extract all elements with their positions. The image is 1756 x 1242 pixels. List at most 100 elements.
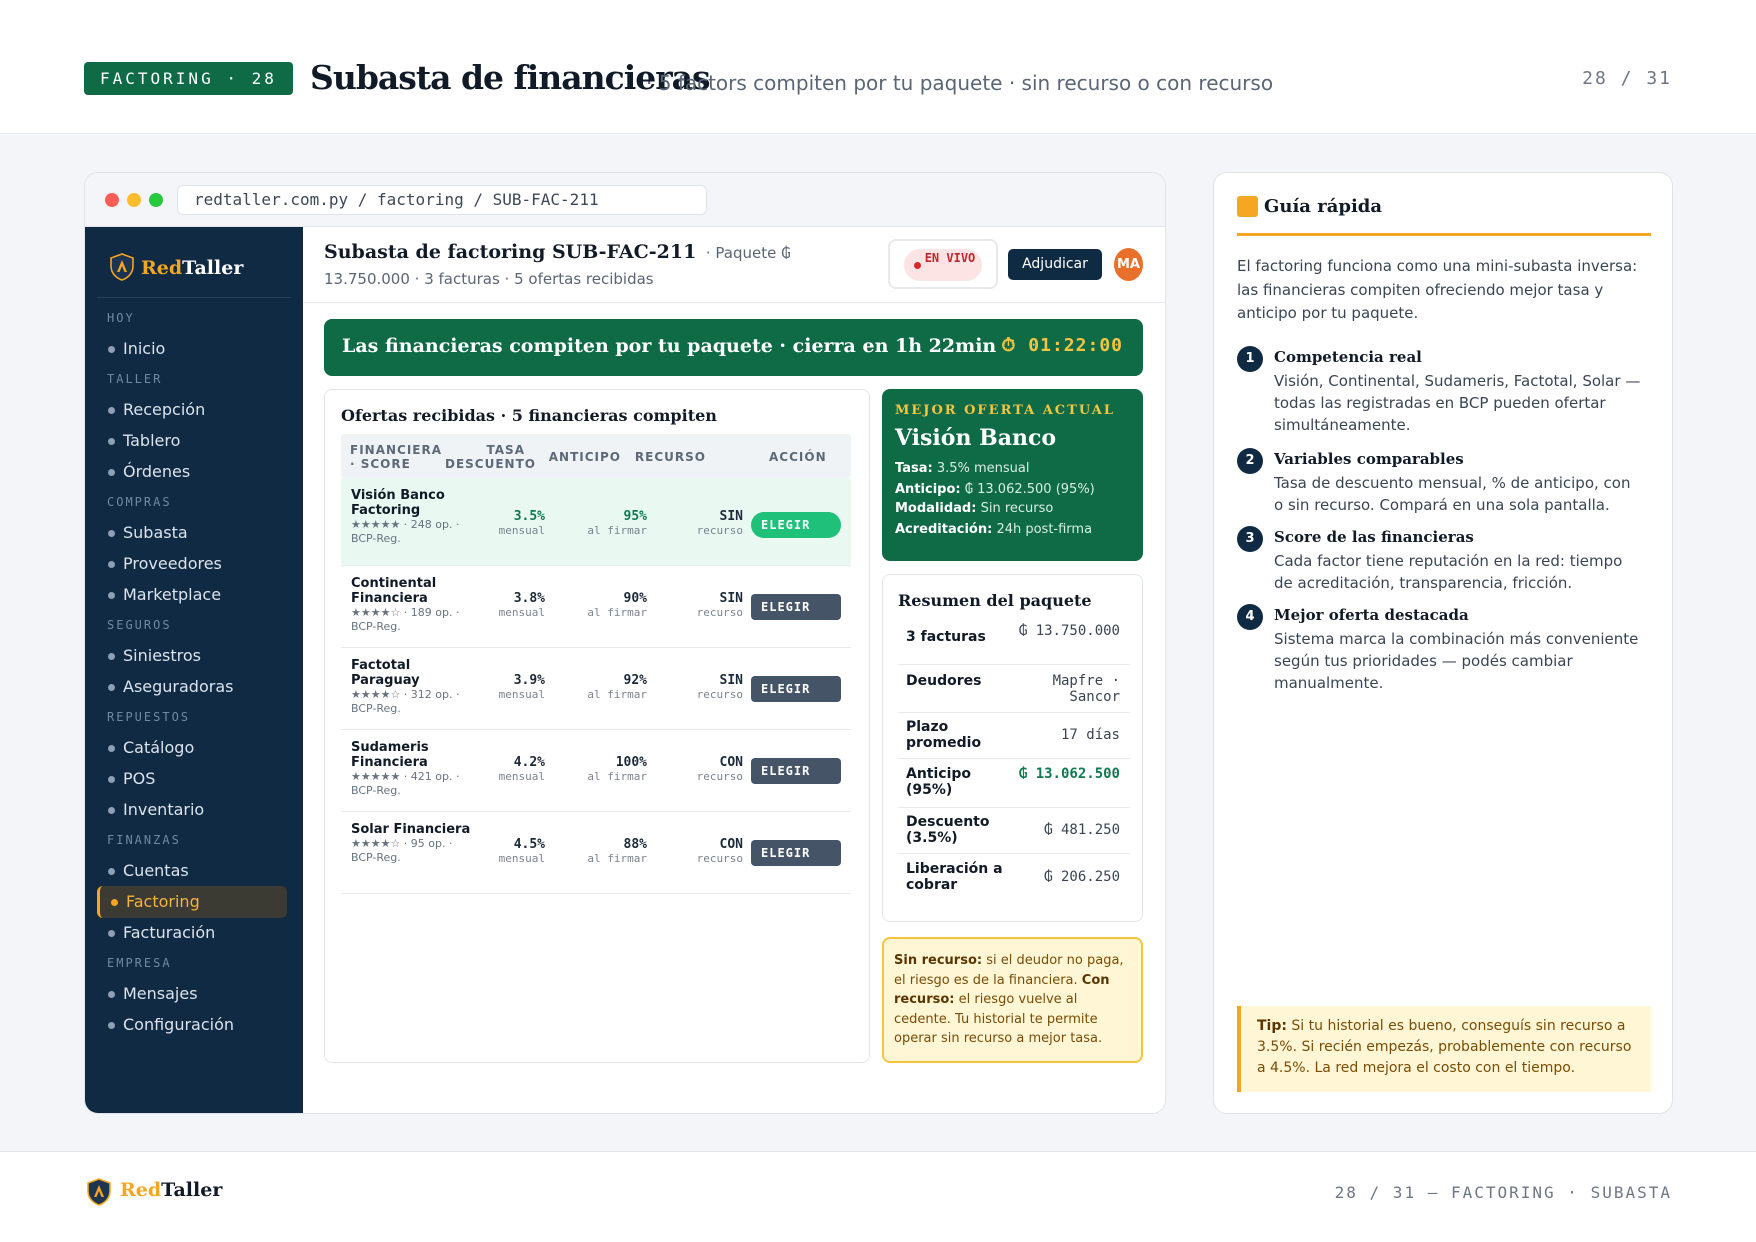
browser-chrome: redtaller.com.py / factoring / SUB-FAC-2… <box>85 173 1165 227</box>
sidebar-item-proveedores[interactable]: Proveedores <box>97 548 287 580</box>
close-dot-icon[interactable] <box>105 193 119 207</box>
guide-item-heading: Score de las financieras <box>1274 528 1474 546</box>
sidebar-item-label: Marketplace <box>123 585 222 604</box>
sidebar-brand[interactable]: RedTaller <box>109 253 243 281</box>
tasa-sub: mensual <box>498 688 545 701</box>
sidebar-item-subasta[interactable]: Subasta <box>97 517 287 549</box>
sidebar-item-label: Aseguradoras <box>123 677 234 696</box>
shield-logo-icon <box>110 253 134 281</box>
quick-guide-panel: Guía rápida El factoring funciona como u… <box>1213 172 1673 1114</box>
best-offer-line: Acreditación: 24h post-firma <box>895 522 1092 537</box>
tasa-sub: mensual <box>498 606 545 619</box>
anticipo-cell: 92% al firmar <box>587 674 647 702</box>
financiera-score: ★★★★☆ · 95 op. · BCP-Reg. <box>351 837 453 864</box>
guide-title: Guía rápida <box>1264 196 1383 217</box>
main-panel: Subasta de factoring SUB-FAC-211 · Paque… <box>303 227 1165 1113</box>
sidebar-item-configuracion[interactable]: Configuración <box>97 1009 287 1041</box>
sidebar-item-factoring[interactable]: Factoring <box>97 886 287 918</box>
sidebar-item-aseguradoras[interactable]: Aseguradoras <box>97 671 287 703</box>
sidebar-item-mensajes[interactable]: Mensajes <box>97 978 287 1010</box>
sidebar-item-label: Mensajes <box>123 984 198 1003</box>
recurso-cell: SIN recurso <box>697 674 743 702</box>
best-offer-line-label: Acreditación: <box>895 522 993 537</box>
guide-square-icon <box>1237 196 1258 217</box>
financiera-name: Sudameris Financiera ★★★★★ · 421 op. · BC… <box>351 740 471 798</box>
slide-subtitle: · 5 factors compiten por tu paquete · si… <box>646 71 1274 95</box>
anticipo-value: 90% <box>623 591 647 606</box>
bullet-icon <box>111 899 118 906</box>
elegir-button[interactable]: ELEGIR <box>751 676 841 702</box>
summary-value: ₲ 206.250 <box>1044 869 1120 885</box>
tip-label: Tip: <box>1257 1018 1287 1034</box>
sidebar-item-label: Cuentas <box>123 861 189 880</box>
sidebar-item-inicio[interactable]: Inicio <box>97 333 287 365</box>
avatar[interactable]: MA <box>1114 248 1143 281</box>
package-summary: Resumen del paquete 3 facturas ₲ 13.750.0… <box>882 574 1143 922</box>
sidebar-item-label: Inventario <box>123 800 205 819</box>
sidebar-item-marketplace[interactable]: Marketplace <box>97 579 287 611</box>
best-offer-line-value: ₲ 13.062.500 (95%) <box>964 482 1095 497</box>
sidebar-item-label: Tablero <box>123 431 181 450</box>
best-offer-line-label: Tasa: <box>895 461 933 476</box>
tasa-sub: mensual <box>498 524 545 537</box>
sidebar-section-label: EMPRESA <box>107 956 172 970</box>
recurso-value: SIN <box>719 673 743 688</box>
sidebar-section-label: REPUESTOS <box>107 710 191 724</box>
financiera-name: Factotal Paraguay ★★★★☆ · 312 op. · BCP-R… <box>351 658 471 716</box>
tasa-sub: mensual <box>498 852 545 865</box>
note-sin-label: Sin recurso: <box>894 953 983 968</box>
page-number: 28 / 31 <box>1582 68 1672 89</box>
sidebar-item-pos[interactable]: POS <box>97 763 287 795</box>
elegir-button[interactable]: ELEGIR <box>751 594 841 620</box>
elegir-button[interactable]: ELEGIR <box>751 840 841 866</box>
sidebar-item-siniestros[interactable]: Siniestros <box>97 640 287 672</box>
bullet-icon <box>108 745 115 752</box>
summary-title: Resumen del paquete <box>898 591 1092 610</box>
main-header: Subasta de factoring SUB-FAC-211 · Paque… <box>303 227 1165 303</box>
best-offer-name: Visión Banco <box>895 425 1057 451</box>
summary-value: ₲ 13.750.000 <box>1018 623 1120 639</box>
financiera-name-text: Factotal Paraguay <box>351 658 420 688</box>
table-row: Sudameris Financiera ★★★★★ · 421 op. · BC… <box>341 730 851 812</box>
elegir-button[interactable]: ELEGIR <box>751 512 841 538</box>
col-accion: ACCIÓN <box>769 450 827 464</box>
table-row: Factotal Paraguay ★★★★☆ · 312 op. · BCP-R… <box>341 648 851 730</box>
sidebar-item-label: Siniestros <box>123 646 201 665</box>
recurso-sub: recurso <box>696 852 743 865</box>
guide-divider <box>1237 233 1651 236</box>
sidebar-item-catalogo[interactable]: Catálogo <box>97 732 287 764</box>
guide-item-description: Sistema marca la combinación más conveni… <box>1274 630 1639 692</box>
best-offer-line-value: 24h post-firma <box>996 522 1093 537</box>
best-offer-line-value: 3.5% mensual <box>936 461 1030 476</box>
summary-key: Plazo promedio <box>906 719 982 751</box>
sidebar-item-label: Factoring <box>126 892 200 911</box>
summary-key: Descuento (3.5%) <box>906 814 990 846</box>
sidebar-item-recepcion[interactable]: Recepción <box>97 394 287 426</box>
anticipo-sub: al firmar <box>587 606 647 619</box>
sidebar-item-inventario[interactable]: Inventario <box>97 794 287 826</box>
best-offer-line: Modalidad: Sin recurso <box>895 501 1053 516</box>
bullet-icon <box>108 776 115 783</box>
sidebar-section-label: TALLER <box>107 372 163 386</box>
bullet-icon <box>108 807 115 814</box>
bullet-icon <box>108 530 115 537</box>
best-offer-line: Tasa: 3.5% mensual <box>895 461 1029 476</box>
tasa-cell: 3.5% mensual <box>499 510 545 538</box>
financiera-score: ★★★★★ · 421 op. · BCP-Reg. <box>351 770 460 797</box>
financiera-score: ★★★★★ · 248 op. · BCP-Reg. <box>351 518 460 545</box>
bullet-icon <box>108 684 115 691</box>
sidebar-item-tablero[interactable]: Tablero <box>97 425 287 457</box>
summary-value: Mapfre · Sancor <box>1052 673 1120 705</box>
minimize-dot-icon[interactable] <box>127 193 141 207</box>
sidebar-item-cuentas[interactable]: Cuentas <box>97 855 287 887</box>
sidebar-section-label: FINANZAS <box>107 833 181 847</box>
guide-number-badge: 1 <box>1237 346 1263 372</box>
maximize-dot-icon[interactable] <box>149 193 163 207</box>
sidebar-item-facturacion[interactable]: Facturación <box>97 917 287 949</box>
adjudicar-button[interactable]: Adjudicar <box>1008 249 1102 280</box>
best-offer-label: MEJOR OFERTA ACTUAL <box>895 403 1115 418</box>
sidebar-item-ordenes[interactable]: Órdenes <box>97 456 287 488</box>
guide-number-badge: 3 <box>1237 526 1263 552</box>
url-bar[interactable]: redtaller.com.py / factoring / SUB-FAC-2… <box>177 185 707 215</box>
elegir-button[interactable]: ELEGIR <box>751 758 841 784</box>
